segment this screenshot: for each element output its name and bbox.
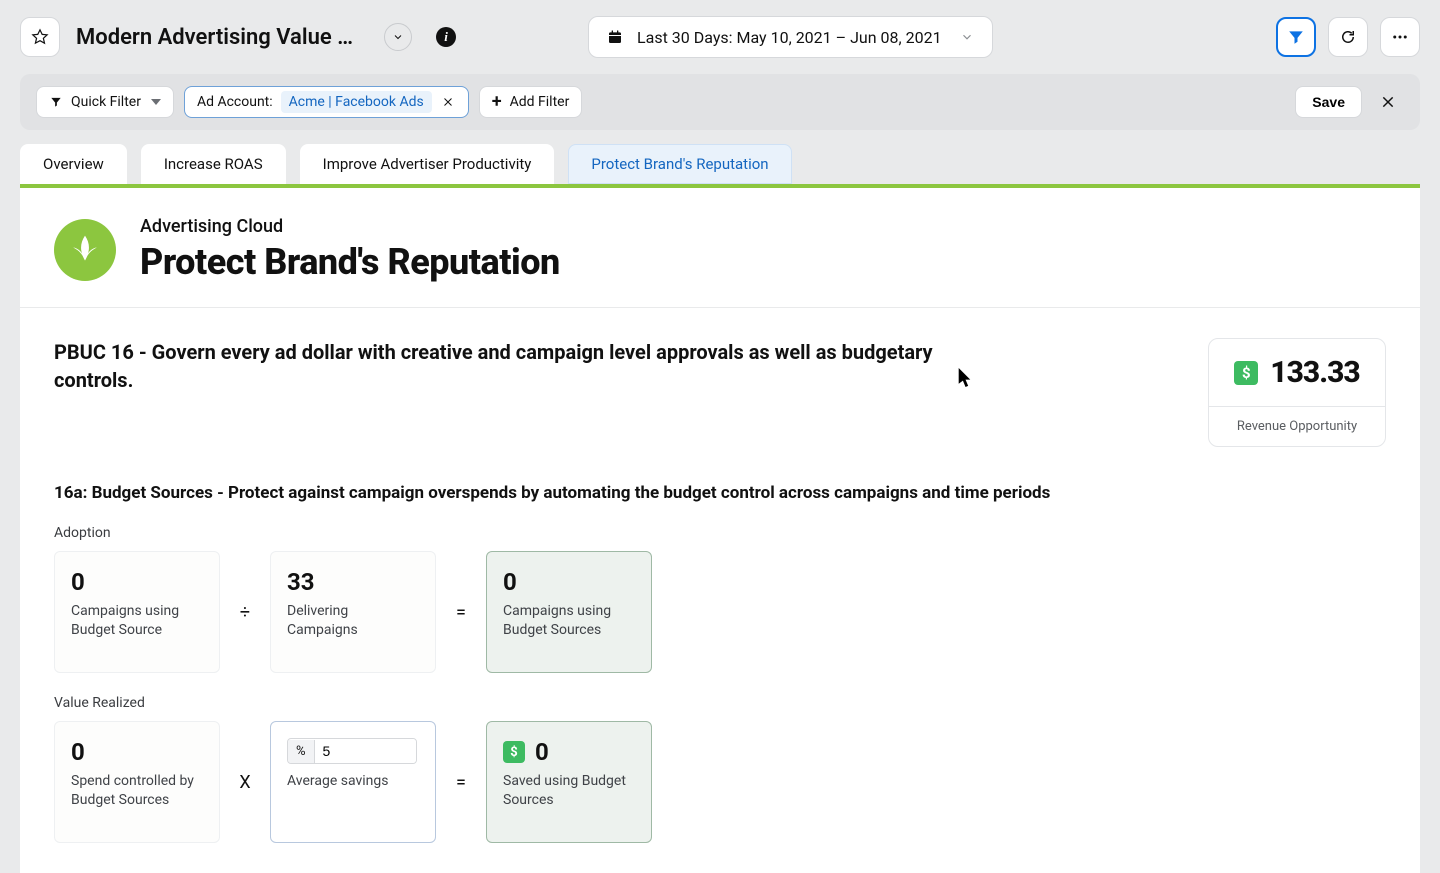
metric-value: 0 xyxy=(71,568,203,596)
calendar-icon xyxy=(607,29,623,45)
adoption-label: Adoption xyxy=(54,525,1386,541)
dollar-badge: $ xyxy=(1234,361,1258,385)
close-filterbar-button[interactable] xyxy=(1372,90,1404,114)
info-button[interactable]: i xyxy=(436,27,456,47)
more-button[interactable] xyxy=(1380,17,1420,57)
filter-bar: Quick Filter Ad Account: Acme | Facebook… xyxy=(20,74,1420,130)
metric-value: 0 xyxy=(71,738,203,766)
star-icon xyxy=(31,28,49,46)
metric-saved-using-budget-sources: $ 0 Saved using Budget Sources xyxy=(486,721,652,843)
refresh-icon xyxy=(1339,28,1357,46)
more-icon xyxy=(1391,28,1409,46)
metric-campaigns-using-budget-sources-result: 0 Campaigns using Budget Sources xyxy=(486,551,652,673)
quick-filter-chip[interactable]: Quick Filter xyxy=(36,86,174,118)
value-realized-label: Value Realized xyxy=(54,695,1386,711)
add-filter-label: Add Filter xyxy=(510,94,570,110)
caret-down-icon xyxy=(151,99,161,105)
pbuc-headline: PBUC 16 - Govern every ad dollar with cr… xyxy=(54,338,974,394)
metric-value: 33 xyxy=(287,568,419,596)
average-savings-input[interactable] xyxy=(315,739,416,763)
close-icon xyxy=(442,96,454,108)
metric-label: Campaigns using Budget Sources xyxy=(503,602,635,640)
metric-label: Spend controlled by Budget Sources xyxy=(71,772,203,810)
filter-icon xyxy=(1287,28,1305,46)
percent-symbol: % xyxy=(288,740,315,763)
ad-account-value: Acme | Facebook Ads xyxy=(281,91,432,113)
sprinklr-icon xyxy=(64,229,106,271)
brand-logo xyxy=(54,219,116,281)
operator-equals: = xyxy=(454,721,468,843)
operator-multiply: X xyxy=(238,721,252,843)
filter-icon xyxy=(49,95,63,109)
plus-icon: + xyxy=(492,93,502,111)
tab-protect-brand[interactable]: Protect Brand's Reputation xyxy=(568,144,791,184)
close-icon xyxy=(1380,94,1396,110)
tab-improve-productivity[interactable]: Improve Advertiser Productivity xyxy=(300,144,555,184)
panel-title: Protect Brand's Reputation xyxy=(140,241,560,283)
value-realized-row: 0 Spend controlled by Budget Sources X %… xyxy=(54,721,1386,843)
title-dropdown[interactable] xyxy=(384,23,412,51)
metric-label: Campaigns using Budget Source xyxy=(71,602,203,640)
metric-value: 0 xyxy=(503,568,635,596)
quick-filter-label: Quick Filter xyxy=(71,94,141,110)
filter-button[interactable] xyxy=(1276,17,1316,57)
ad-account-label: Ad Account: xyxy=(197,94,273,110)
metric-campaigns-using-budget-source: 0 Campaigns using Budget Source xyxy=(54,551,220,673)
main-panel: Advertising Cloud Protect Brand's Reputa… xyxy=(20,184,1420,873)
remove-filter-button[interactable] xyxy=(440,96,456,108)
adoption-row: 0 Campaigns using Budget Source ÷ 33 Del… xyxy=(54,551,1386,673)
metric-spend-controlled: 0 Spend controlled by Budget Sources xyxy=(54,721,220,843)
page-title: Modern Advertising Value Realizati… xyxy=(76,25,366,50)
metric-value: 0 xyxy=(535,738,549,766)
metric-delivering-campaigns: 33 Delivering Campaigns xyxy=(270,551,436,673)
revenue-value: 133.33 xyxy=(1270,355,1359,390)
metric-label: Delivering Campaigns xyxy=(287,602,419,640)
refresh-button[interactable] xyxy=(1328,17,1368,57)
chevron-down-icon xyxy=(392,31,404,43)
operator-divide: ÷ xyxy=(238,551,252,673)
save-button[interactable]: Save xyxy=(1295,86,1362,118)
ad-account-chip[interactable]: Ad Account: Acme | Facebook Ads xyxy=(184,86,469,118)
revenue-label: Revenue Opportunity xyxy=(1209,406,1385,446)
panel-subtitle: Advertising Cloud xyxy=(140,216,560,237)
add-filter-button[interactable]: + Add Filter xyxy=(479,86,583,118)
date-range-label: Last 30 Days: May 10, 2021 – Jun 08, 202… xyxy=(637,28,942,47)
star-button[interactable] xyxy=(20,17,60,57)
metric-label: Saved using Budget Sources xyxy=(503,772,635,810)
dollar-badge: $ xyxy=(503,741,525,763)
tab-increase-roas[interactable]: Increase ROAS xyxy=(141,144,286,184)
revenue-opportunity-card: $ 133.33 Revenue Opportunity xyxy=(1208,338,1386,447)
tab-overview[interactable]: Overview xyxy=(20,144,127,184)
metric-average-savings: % Average savings xyxy=(270,721,436,843)
operator-equals: = xyxy=(454,551,468,673)
chevron-down-icon xyxy=(960,30,974,44)
date-range-picker[interactable]: Last 30 Days: May 10, 2021 – Jun 08, 202… xyxy=(588,16,993,58)
section-16a-heading: 16a: Budget Sources - Protect against ca… xyxy=(54,483,1386,503)
